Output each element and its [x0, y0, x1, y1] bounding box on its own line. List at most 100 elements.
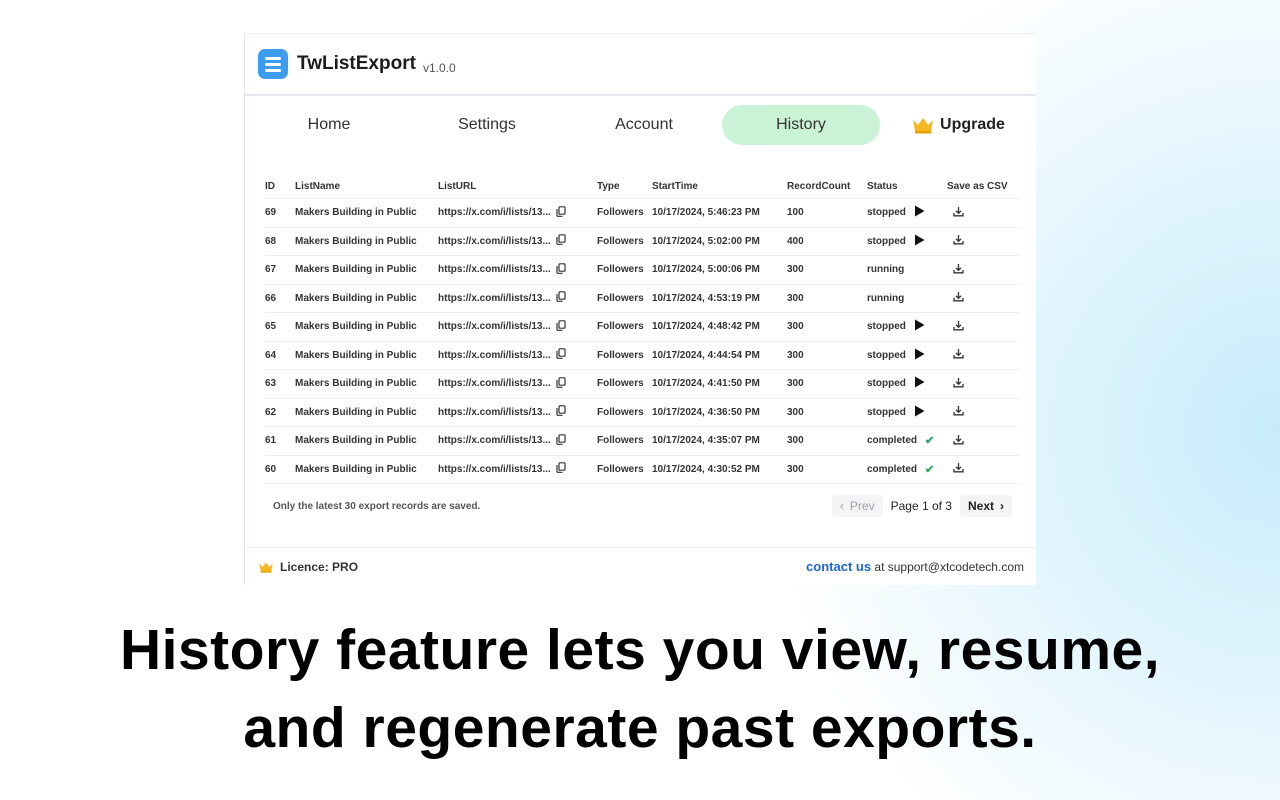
- cell-status: stopped: [867, 235, 906, 247]
- prev-button[interactable]: ‹ Prev: [831, 495, 883, 517]
- cell-listname: Makers Building in Public: [295, 227, 438, 256]
- contact-us-link[interactable]: contact us: [806, 559, 871, 574]
- copy-icon[interactable]: [556, 433, 566, 448]
- cell-id: 62: [265, 398, 295, 427]
- crown-icon: [259, 561, 273, 573]
- download-csv-icon[interactable]: [953, 234, 964, 248]
- cell-status: stopped: [867, 406, 906, 418]
- cell-type: Followers: [597, 341, 652, 370]
- cell-starttime: 10/17/2024, 4:48:42 PM: [652, 312, 787, 342]
- cell-listname: Makers Building in Public: [295, 369, 438, 399]
- download-csv-icon[interactable]: [953, 377, 964, 391]
- cell-listname: Makers Building in Public: [295, 426, 438, 456]
- cell-starttime: 10/17/2024, 5:46:23 PM: [652, 198, 787, 228]
- cell-status: running: [867, 292, 905, 304]
- cell-listurl: https://x.com/i/lists/13...: [438, 235, 551, 247]
- cell-id: 61: [265, 426, 295, 456]
- tab-home[interactable]: Home: [250, 105, 408, 145]
- resume-play-icon[interactable]: [914, 348, 925, 363]
- col-status: Status: [867, 174, 947, 199]
- cell-recordcount: 300: [787, 255, 867, 285]
- copy-icon[interactable]: [556, 234, 566, 248]
- copy-icon[interactable]: [556, 376, 566, 391]
- download-csv-icon[interactable]: [953, 405, 964, 419]
- resume-play-icon[interactable]: [914, 205, 925, 220]
- cell-starttime: 10/17/2024, 4:35:07 PM: [652, 426, 787, 456]
- check-icon: ✔: [925, 435, 935, 448]
- contact-info: contact us at support@xtcodetech.com: [806, 559, 1024, 574]
- cell-status: completed: [867, 463, 918, 475]
- col-listname: ListName: [295, 174, 438, 199]
- cell-type: Followers: [597, 398, 652, 427]
- app-header: TwListExport v1.0.0: [245, 34, 1036, 96]
- cell-type: Followers: [597, 198, 652, 228]
- col-type: Type: [597, 174, 652, 199]
- next-label: Next: [967, 499, 994, 513]
- upgrade-label: Upgrade: [940, 116, 1005, 133]
- tab-history[interactable]: History: [722, 105, 880, 145]
- resume-play-icon[interactable]: [914, 405, 925, 420]
- cell-type: Followers: [597, 227, 652, 256]
- cell-status: stopped: [867, 207, 906, 219]
- download-csv-icon[interactable]: [953, 434, 964, 448]
- cell-id: 66: [265, 284, 295, 313]
- resume-play-icon[interactable]: [914, 376, 925, 391]
- copy-icon[interactable]: [556, 405, 566, 419]
- resume-play-icon[interactable]: [914, 234, 925, 249]
- prev-label: Prev: [849, 499, 875, 513]
- cell-starttime: 10/17/2024, 5:00:06 PM: [652, 255, 787, 285]
- cell-recordcount: 300: [787, 312, 867, 342]
- cell-listurl: https://x.com/i/lists/13...: [438, 435, 551, 447]
- table-row: 62 Makers Building in Public https://x.com…: [265, 398, 1020, 427]
- cell-starttime: 10/17/2024, 4:44:54 PM: [652, 341, 787, 370]
- cell-recordcount: 300: [787, 284, 867, 313]
- cell-listname: Makers Building in Public: [295, 284, 438, 313]
- download-csv-icon[interactable]: [953, 462, 964, 476]
- copy-icon[interactable]: [556, 348, 566, 362]
- licence-badge: Licence: PRO: [258, 560, 358, 574]
- caption-line-1: History feature lets you view, resume,: [119, 618, 1161, 682]
- download-csv-icon[interactable]: [953, 206, 964, 220]
- copy-icon[interactable]: [556, 319, 566, 334]
- resume-play-icon[interactable]: [914, 319, 925, 334]
- cell-listname: Makers Building in Public: [295, 341, 438, 370]
- crown-icon: [913, 118, 934, 134]
- cell-recordcount: 300: [787, 455, 867, 484]
- tab-account[interactable]: Account: [565, 105, 723, 145]
- app-name: TwListExport: [297, 53, 416, 74]
- copy-icon[interactable]: [556, 462, 566, 476]
- cell-starttime: 10/17/2024, 4:53:19 PM: [652, 284, 787, 313]
- cell-status: stopped: [867, 349, 906, 361]
- chevron-left-icon: ‹: [839, 499, 844, 513]
- cell-id: 60: [265, 455, 295, 484]
- copy-icon[interactable]: [556, 262, 566, 277]
- cell-listurl: https://x.com/i/lists/13...: [438, 207, 551, 219]
- cell-type: Followers: [597, 284, 652, 313]
- caption-line-2: and regenerate past exports.: [243, 696, 1037, 760]
- cell-status: stopped: [867, 321, 906, 333]
- tab-upgrade[interactable]: Upgrade: [879, 105, 1037, 145]
- app-panel: TwListExport v1.0.0 Home Settings Accoun…: [244, 33, 1036, 585]
- cell-recordcount: 300: [787, 426, 867, 456]
- table-row: 68 Makers Building in Public https://x.com…: [265, 227, 1020, 256]
- cell-status: running: [867, 264, 905, 276]
- cell-recordcount: 400: [787, 227, 867, 256]
- cell-listurl: https://x.com/i/lists/13...: [438, 463, 551, 475]
- next-button[interactable]: Next ›: [959, 495, 1012, 517]
- download-csv-icon[interactable]: [953, 320, 964, 334]
- tab-settings[interactable]: Settings: [408, 105, 566, 145]
- download-csv-icon[interactable]: [953, 348, 964, 362]
- support-email: at support@xtcodetech.com: [871, 560, 1024, 574]
- tab-bar: Home Settings Account History Upgrade: [245, 96, 1036, 156]
- download-csv-icon[interactable]: [953, 291, 964, 305]
- cell-type: Followers: [597, 312, 652, 342]
- cell-id: 68: [265, 227, 295, 256]
- col-recordcount: RecordCount: [787, 174, 867, 199]
- cell-listurl: https://x.com/i/lists/13...: [438, 378, 551, 390]
- cell-type: Followers: [597, 455, 652, 484]
- cell-listname: Makers Building in Public: [295, 198, 438, 228]
- copy-icon[interactable]: [556, 205, 566, 220]
- col-listurl: ListURL: [438, 174, 597, 199]
- download-csv-icon[interactable]: [953, 263, 964, 277]
- copy-icon[interactable]: [556, 291, 566, 305]
